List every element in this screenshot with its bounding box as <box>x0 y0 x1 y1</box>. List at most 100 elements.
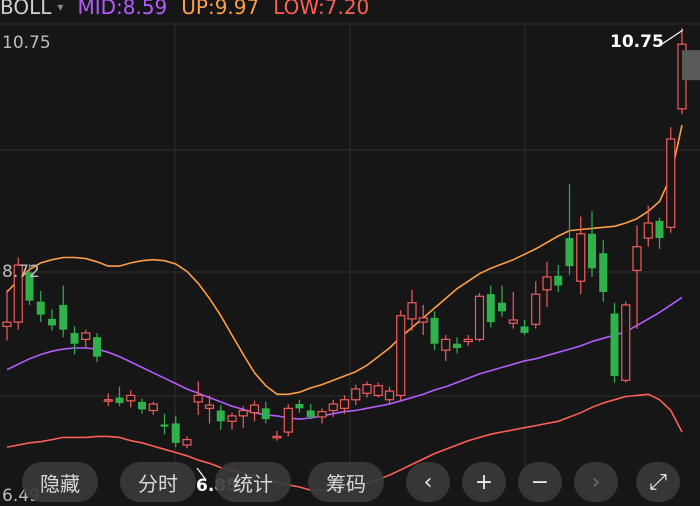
candle-body <box>542 276 552 291</box>
candle <box>193 381 203 415</box>
candle <box>632 225 642 329</box>
chevron-left-icon: ‹ <box>423 469 433 495</box>
candle-body <box>520 326 529 333</box>
candle <box>498 285 506 317</box>
candle <box>182 436 192 449</box>
candle-body <box>193 394 203 403</box>
candle <box>126 390 136 408</box>
axis-price-mid: 8.72 <box>2 262 40 282</box>
candle-body <box>261 408 270 420</box>
candle-body <box>430 317 439 344</box>
zoom-out-button[interactable]: − <box>518 462 562 502</box>
candle-body <box>610 313 619 377</box>
candle <box>93 332 101 363</box>
candle <box>554 265 563 292</box>
timeshare-button-label: 分时 <box>138 471 178 496</box>
candle <box>542 261 552 308</box>
candle-body <box>227 415 237 422</box>
candle-body <box>70 332 79 344</box>
candle-body <box>59 304 68 330</box>
candle <box>610 302 619 383</box>
candle <box>384 386 395 405</box>
candle <box>351 384 361 406</box>
candle <box>261 401 270 424</box>
candle-body <box>498 302 506 312</box>
candle-body <box>216 410 225 422</box>
candle-body <box>328 403 338 412</box>
candle-body <box>339 399 350 409</box>
candle-body <box>565 238 574 267</box>
candle <box>138 398 146 414</box>
dropdown-caret-icon[interactable]: ▾ <box>57 0 63 14</box>
candle <box>441 335 451 361</box>
candle-body <box>171 423 180 443</box>
hide-button-label: 隐藏 <box>40 471 80 496</box>
candle <box>70 326 79 355</box>
candle <box>474 293 485 342</box>
candle <box>171 415 180 448</box>
candle-body <box>272 435 282 439</box>
candlestick-chart[interactable] <box>0 0 700 500</box>
candle-body <box>632 246 642 272</box>
candle <box>204 395 215 424</box>
candle <box>453 337 461 354</box>
candle-body <box>531 293 541 325</box>
chips-button[interactable]: 筹码 <box>308 462 384 502</box>
candle-body <box>621 304 631 381</box>
axis-price-top: 10.75 <box>2 33 51 53</box>
candle-body <box>126 394 136 402</box>
candle <box>81 329 91 349</box>
candle-body <box>666 138 676 228</box>
candle-body <box>441 338 451 351</box>
candle <box>508 291 518 329</box>
candle <box>599 240 608 302</box>
candle-body <box>474 295 485 340</box>
fullscreen-icon: ⤢ <box>649 469 667 495</box>
candle-body <box>407 302 417 320</box>
latest-price-marker <box>682 50 700 81</box>
candle-body <box>160 424 169 427</box>
timeshare-button[interactable]: 分时 <box>120 462 196 502</box>
candle <box>486 285 495 328</box>
candle-body <box>453 343 461 349</box>
next-button[interactable]: › <box>574 462 618 502</box>
candle-body <box>317 410 327 418</box>
prev-button[interactable]: ‹ <box>406 462 450 502</box>
high-price-leader-line <box>661 29 684 45</box>
minus-icon: − <box>530 469 550 495</box>
candle-body <box>306 410 315 417</box>
fullscreen-button[interactable]: ⤢ <box>636 462 680 502</box>
candle <box>565 184 574 275</box>
high-price-tag: 10.75 <box>610 32 664 52</box>
candle <box>418 304 428 336</box>
candle <box>283 404 293 437</box>
candle <box>317 408 327 424</box>
candle <box>103 393 113 407</box>
candle <box>666 127 676 233</box>
candle-body <box>643 222 653 239</box>
candle-body <box>418 317 428 323</box>
candle-body <box>599 253 608 292</box>
candle-body <box>93 337 101 357</box>
candle <box>160 413 169 435</box>
candle-body <box>362 384 372 394</box>
stats-button-label: 统计 <box>233 471 273 496</box>
candle <box>373 382 383 398</box>
candle <box>148 401 158 415</box>
zoom-in-button[interactable]: + <box>462 462 506 502</box>
candle-body <box>204 404 215 409</box>
candle <box>463 335 473 346</box>
indicator-legend: BOLL ▾ MID:8.59 UP:9.97 LOW:7.20 <box>0 0 369 20</box>
candle-body <box>48 318 56 326</box>
candle-body <box>576 233 586 282</box>
boll-up-value: UP:9.97 <box>181 0 260 19</box>
candle-body <box>115 397 124 403</box>
stats-button[interactable]: 统计 <box>215 462 291 502</box>
hide-button[interactable]: 隐藏 <box>22 462 98 502</box>
candle-body <box>295 404 304 409</box>
boll-bands <box>6 124 683 491</box>
candles <box>2 28 700 449</box>
candle-body <box>588 233 596 269</box>
indicator-name[interactable]: BOLL <box>0 0 51 19</box>
candle-body <box>36 301 45 315</box>
